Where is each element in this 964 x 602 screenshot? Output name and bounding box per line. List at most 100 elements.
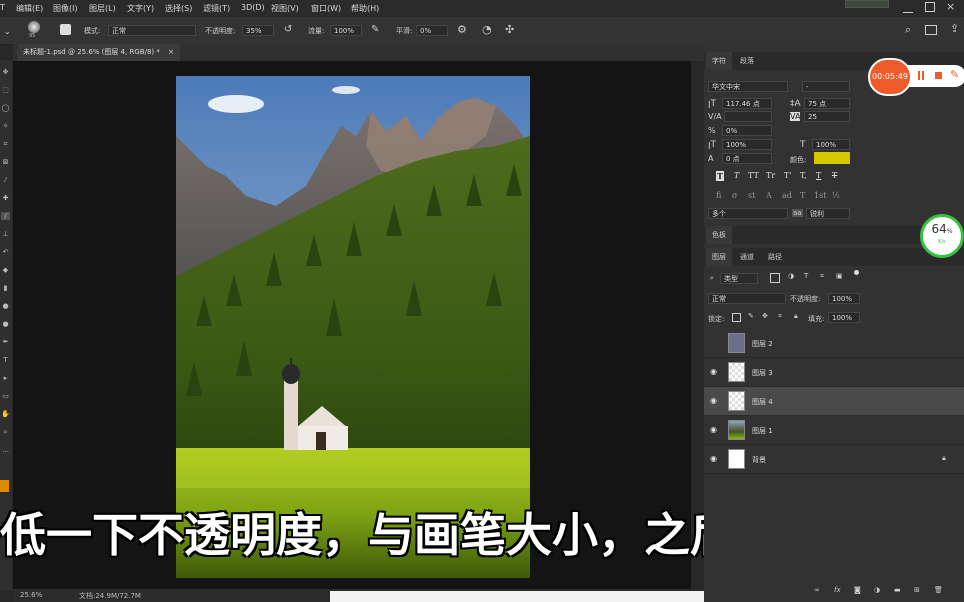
path-select-tool-icon[interactable]: ▸	[1, 374, 10, 382]
flow-input[interactable]: 100%	[330, 25, 362, 36]
tab-paragraph[interactable]: 段落	[734, 52, 760, 70]
fx-icon[interactable]: fx	[834, 586, 841, 594]
menu-select[interactable]: 选择(S)	[165, 3, 192, 14]
lock-transparent-icon[interactable]	[732, 313, 741, 322]
history-brush-tool-icon[interactable]: ↶	[1, 248, 10, 256]
lock-icon[interactable]: 🔒︎	[942, 454, 946, 463]
eyedropper-tool-icon[interactable]: ⁄	[1, 176, 10, 184]
language-select[interactable]: 多个	[708, 208, 788, 219]
menu-edit[interactable]: 编辑(E)	[16, 3, 43, 14]
filter-smart-object-icon[interactable]: ▣	[836, 272, 843, 280]
eye-icon[interactable]: ◉	[710, 367, 719, 376]
menu-layer[interactable]: 图层(L)	[89, 3, 116, 14]
subscript-button[interactable]: T,	[800, 171, 807, 180]
swash-button[interactable]: A	[766, 191, 772, 200]
contextual-button[interactable]: σ	[732, 191, 737, 200]
layer-opacity-input[interactable]: 100%	[828, 293, 860, 304]
tracking-input[interactable]: 25	[804, 111, 850, 122]
font-style-select[interactable]: -	[802, 81, 850, 92]
workspace-icon[interactable]	[925, 25, 937, 35]
close-tab-icon[interactable]: ×	[168, 48, 174, 56]
frame-tool-icon[interactable]: ⊠	[1, 158, 10, 166]
kerning-input[interactable]	[724, 111, 772, 122]
tab-paths[interactable]: 路径	[762, 248, 788, 266]
zoom-tool-icon[interactable]: ⌕	[1, 428, 10, 436]
layer-row[interactable]: 图层 2	[704, 329, 964, 358]
eye-icon[interactable]: ◉	[710, 454, 719, 463]
strikethrough-button[interactable]: T	[832, 171, 837, 180]
close-window-button[interactable]: ×	[946, 0, 955, 13]
adjustment-icon[interactable]: ◑	[874, 586, 880, 594]
zoom-level[interactable]: 25.6%	[20, 591, 42, 599]
filter-type-icon[interactable]: T	[804, 272, 808, 280]
gear-icon[interactable]: ⚙	[457, 23, 467, 36]
new-layer-icon[interactable]: ⊞	[914, 586, 920, 594]
lock-artboard-icon[interactable]: ⌗	[778, 312, 782, 321]
smooth-input[interactable]: 0%	[416, 25, 448, 36]
tab-swatches[interactable]: 色板	[706, 226, 732, 244]
text-color-swatch[interactable]	[814, 152, 850, 164]
group-icon[interactable]: ▬	[894, 586, 901, 594]
faux-bold-button[interactable]: T	[716, 171, 724, 181]
symmetry-icon[interactable]: ✣	[505, 23, 514, 36]
filter-pixel-icon[interactable]	[770, 273, 780, 283]
move-tool-icon[interactable]: ✥	[1, 68, 10, 76]
menu-file-fragment[interactable]: T	[0, 3, 5, 12]
font-family-select[interactable]: 华文中宋	[708, 81, 788, 92]
menu-image[interactable]: 图像(I)	[53, 3, 78, 14]
menu-3d[interactable]: 3D(D)	[241, 3, 265, 12]
document-info[interactable]: 文档:24.9M/72.7M	[79, 591, 141, 601]
tab-layers[interactable]: 图层	[706, 248, 732, 266]
layer-row[interactable]: ◉ 背景 🔒︎	[704, 445, 964, 474]
filter-shape-icon[interactable]: ⌗	[820, 272, 824, 281]
mode-select[interactable]: 正常	[108, 25, 196, 36]
recording-timer[interactable]: 00:05:49	[868, 58, 912, 96]
font-size-input[interactable]: 117.46 点	[722, 98, 772, 109]
menu-view[interactable]: 视图(V)	[271, 3, 299, 14]
leading-input[interactable]: 75 点	[804, 98, 850, 109]
underline-button[interactable]: T	[816, 171, 821, 180]
tab-channels[interactable]: 通道	[734, 248, 760, 266]
lock-all-icon[interactable]: 🔒︎	[794, 312, 798, 321]
vertical-scale-input[interactable]: 100%	[722, 139, 772, 150]
stylistic-alternates-button[interactable]: ad	[782, 191, 792, 200]
titling-button[interactable]: T	[800, 191, 805, 200]
filter-adjustment-icon[interactable]: ◑	[788, 272, 794, 280]
baseline-shift-input[interactable]: 0 点	[722, 153, 772, 164]
faux-italic-button[interactable]: T	[734, 171, 739, 180]
opacity-input[interactable]: 35%	[242, 25, 274, 36]
hand-tool-icon[interactable]: ✋	[1, 410, 10, 418]
superscript-button[interactable]: T'	[784, 171, 792, 180]
blur-tool-icon[interactable]: ●	[1, 302, 10, 310]
scale-percent-input[interactable]: 0%	[722, 125, 772, 136]
delete-icon[interactable]: 🗑︎	[934, 586, 943, 594]
search-icon[interactable]: ⌕	[905, 23, 911, 37]
layer-row[interactable]: ◉ 图层 1	[704, 416, 964, 445]
mask-icon[interactable]: ◙	[854, 586, 861, 594]
menu-window[interactable]: 窗口(W)	[311, 3, 341, 14]
menu-help[interactable]: 帮助(H)	[351, 3, 379, 14]
lock-pixels-icon[interactable]: ✎	[748, 312, 754, 320]
healing-tool-icon[interactable]: ✚	[1, 194, 10, 202]
horizontal-scale-input[interactable]: 100%	[812, 139, 850, 150]
all-caps-button[interactable]: TT	[748, 171, 759, 180]
tab-character[interactable]: 字符	[706, 52, 732, 70]
menu-type[interactable]: 文字(Y)	[127, 3, 154, 14]
ordinals-button[interactable]: 1st	[814, 191, 826, 200]
quick-select-tool-icon[interactable]: ✧	[1, 122, 10, 130]
shape-tool-icon[interactable]: ▭	[1, 392, 10, 400]
lasso-tool-icon[interactable]: ◯	[1, 104, 10, 112]
eraser-tool-icon[interactable]: ◆	[1, 266, 10, 274]
angle-icon[interactable]: ◔	[482, 23, 492, 36]
filter-toggle-icon[interactable]	[854, 270, 859, 275]
airbrush-icon[interactable]: ✎	[371, 24, 379, 35]
type-tool-icon[interactable]: T	[1, 356, 10, 364]
pen-icon[interactable]: ✎	[950, 68, 959, 81]
tool-preset-chevron-icon[interactable]: ⌄	[4, 27, 11, 36]
stamp-tool-icon[interactable]: ⊥	[1, 230, 10, 238]
fractions-button[interactable]: ½	[832, 191, 840, 200]
discretionary-ligatures-button[interactable]: st	[748, 191, 755, 200]
marquee-tool-icon[interactable]: ⬚	[1, 86, 10, 94]
brush-preview-icon[interactable]	[28, 21, 40, 33]
brush-panel-toggle-icon[interactable]	[60, 24, 71, 35]
